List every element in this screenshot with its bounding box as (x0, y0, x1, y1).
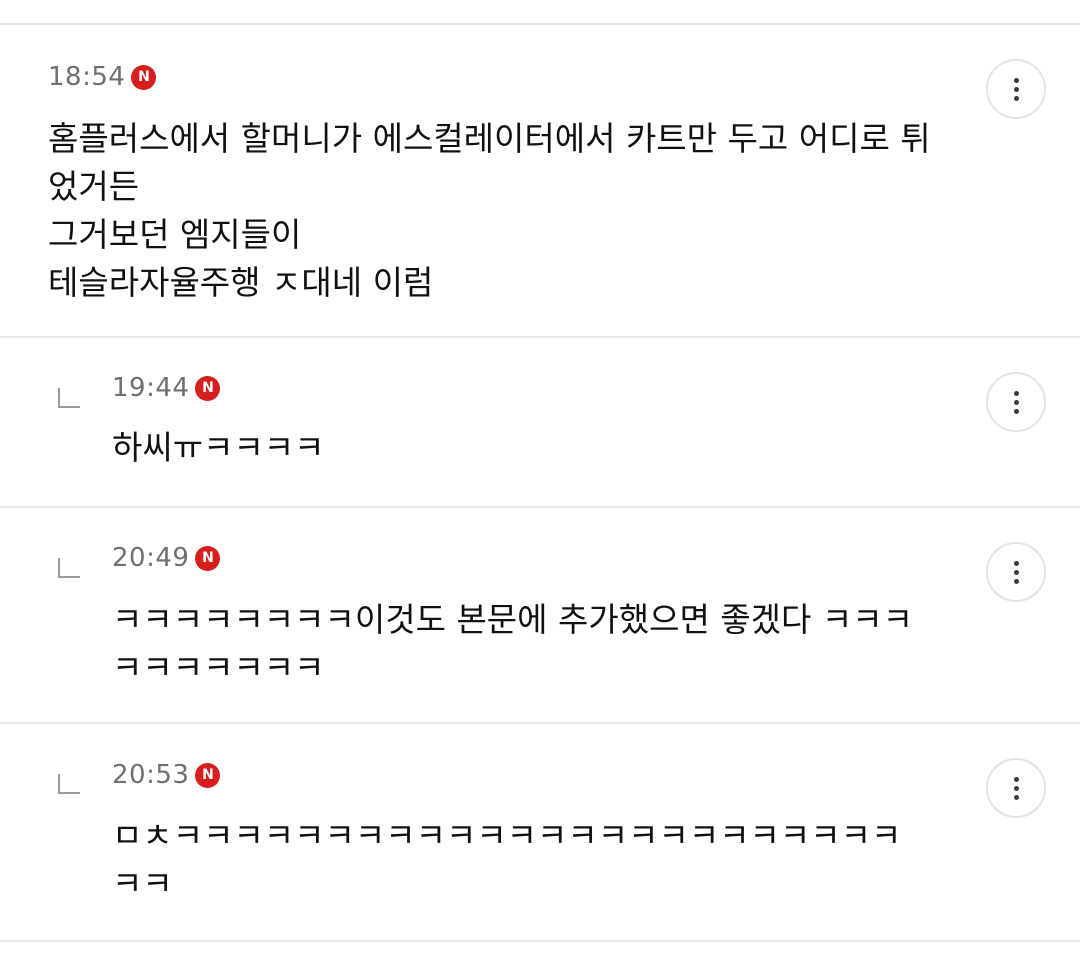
more-options-button[interactable] (986, 758, 1046, 818)
more-vertical-icon-dot (1013, 408, 1019, 414)
reply-arrow-icon (58, 774, 80, 794)
comment-text: 홈플러스에서 할머니가 에스컬레이터에서 카트만 두고 어디로 튀었거든 그거보… (48, 119, 931, 302)
new-badge-icon: N (131, 64, 157, 90)
more-options-button[interactable] (986, 372, 1046, 432)
divider (0, 940, 1080, 942)
more-vertical-icon-dot (1013, 569, 1019, 575)
comment-meta: 18:54 N (48, 59, 157, 95)
more-vertical-icon (1013, 776, 1019, 782)
comment-time: 20:53 (112, 760, 190, 790)
reply-arrow-icon (58, 558, 80, 578)
comment-time: 18:54 (48, 62, 126, 92)
comment-meta: 19:44 N (112, 370, 221, 406)
more-vertical-icon-dot (1013, 785, 1019, 791)
comment-text: ㅁㅊㅋㅋㅋㅋㅋㅋㅋㅋㅋㅋㅋㅋㅋㅋㅋㅋㅋㅋㅋㅋㅋㅋㅋㅋㅋㅋ (112, 816, 902, 903)
more-vertical-icon-dot (1013, 399, 1019, 405)
new-badge-icon: N (195, 375, 221, 401)
new-badge-icon: N (195, 545, 221, 571)
comment-text: 하씨ㅠㅋㅋㅋㅋ (112, 428, 325, 467)
more-vertical-icon-dot (1013, 578, 1019, 584)
comment-time: 20:49 (112, 543, 190, 573)
more-vertical-icon-dot (1013, 86, 1019, 92)
more-options-button[interactable] (986, 542, 1046, 602)
more-vertical-icon-dot (1013, 95, 1019, 101)
reply-item: 20:49 N ㅋㅋㅋㅋㅋㅋㅋㅋ이것도 본문에 추가했으면 좋겠다 ㅋㅋㅋㅋㅋㅋ… (0, 508, 1080, 722)
reply-item: 19:44 N 하씨ㅠㅋㅋㅋㅋ (0, 338, 1080, 506)
reply-item: 20:53 N ㅁㅊㅋㅋㅋㅋㅋㅋㅋㅋㅋㅋㅋㅋㅋㅋㅋㅋㅋㅋㅋㅋㅋㅋㅋㅋㅋㅋ (0, 724, 1080, 938)
new-badge-icon: N (195, 762, 221, 788)
more-options-button[interactable] (986, 59, 1046, 119)
more-vertical-icon (1013, 77, 1019, 83)
comment-meta: 20:53 N (112, 757, 221, 793)
comment-text: ㅋㅋㅋㅋㅋㅋㅋㅋ이것도 본문에 추가했으면 좋겠다 ㅋㅋㅋㅋㅋㅋㅋㅋㅋㅋ (112, 600, 913, 687)
more-vertical-icon (1013, 560, 1019, 566)
reply-arrow-icon (58, 388, 80, 408)
comment-meta: 20:49 N (112, 540, 221, 576)
more-vertical-icon (1013, 390, 1019, 396)
comment-time: 19:44 (112, 373, 190, 403)
comment-item: 18:54 N 홈플러스에서 할머니가 에스컬레이터에서 카트만 두고 어디로 … (0, 25, 1080, 335)
more-vertical-icon-dot (1013, 794, 1019, 800)
